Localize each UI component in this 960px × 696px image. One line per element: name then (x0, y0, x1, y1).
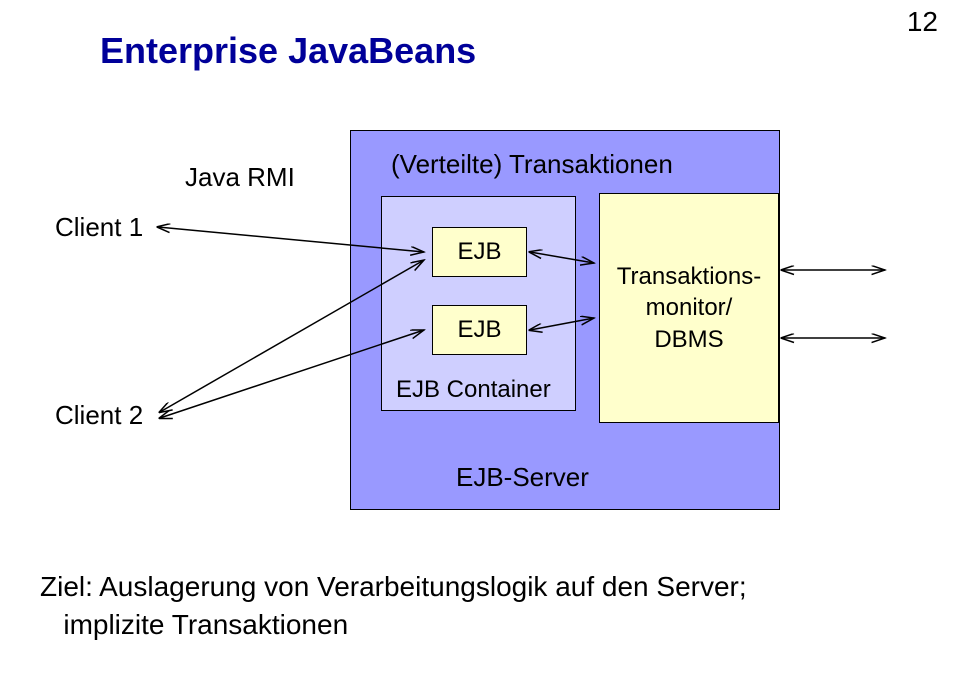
monitor-line2: monitor/ (646, 292, 733, 323)
page-number: 12 (907, 6, 938, 38)
ejb-container-box: EJB EJB EJB Container (381, 196, 576, 411)
client2-label: Client 2 (55, 400, 143, 431)
server-label: EJB-Server (456, 462, 589, 493)
ejb-box-1: EJB (432, 227, 527, 277)
ejb2-label: EJB (457, 316, 501, 344)
ejb-server-box: (Verteilte) Transaktionen EJB EJB EJB Co… (350, 130, 780, 510)
monitor-box: Transaktions- monitor/ DBMS (599, 193, 779, 423)
goal-line1: Ziel: Auslagerung von Verarbeitungslogik… (40, 571, 747, 602)
distributed-tx-label: (Verteilte) Transaktionen (391, 149, 673, 180)
ejb1-label: EJB (457, 238, 501, 266)
client1-label: Client 1 (55, 212, 143, 243)
monitor-line1: Transaktions- (617, 261, 762, 292)
goal-text: Ziel: Auslagerung von Verarbeitungslogik… (40, 568, 900, 644)
goal-line2: implizite Transaktionen (63, 609, 348, 640)
page-title: Enterprise JavaBeans (100, 30, 476, 72)
monitor-line3: DBMS (654, 324, 723, 355)
rmi-label: Java RMI (185, 162, 295, 193)
container-label: EJB Container (396, 376, 551, 404)
ejb-box-2: EJB (432, 305, 527, 355)
